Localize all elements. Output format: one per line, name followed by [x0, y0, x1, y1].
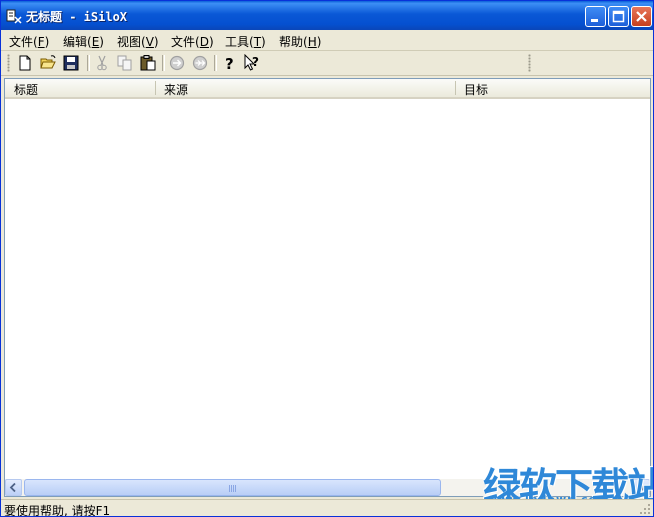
minimize-button[interactable] [585, 6, 606, 27]
toolbar-separator [214, 55, 217, 71]
scroll-left-button[interactable] [5, 479, 22, 496]
copy-icon[interactable] [116, 54, 134, 72]
document-list[interactable]: 标题 来源 目标 [4, 78, 651, 497]
chevron-left-icon [9, 482, 16, 493]
context-help-icon[interactable]: ? [243, 54, 261, 72]
status-text: 要使用帮助, 请按F1 [4, 504, 111, 517]
save-icon[interactable] [62, 54, 80, 72]
column-divider[interactable] [155, 81, 156, 95]
open-folder-icon[interactable] [39, 54, 57, 72]
minimize-icon [591, 19, 598, 22]
toolbar-separator [162, 55, 165, 71]
status-bar: 要使用帮助, 请按F1 [1, 499, 653, 517]
isilox-app-icon[interactable] [6, 8, 22, 24]
column-title[interactable]: 标题 [14, 81, 38, 98]
maximize-button[interactable] [608, 6, 629, 27]
toolbar-separator [87, 55, 90, 71]
close-icon [636, 11, 647, 22]
svg-text:?: ? [252, 55, 259, 69]
cut-icon[interactable] [93, 54, 111, 72]
column-divider[interactable] [455, 81, 456, 95]
window-title: 无标题 - iSiloX [26, 10, 128, 24]
close-button[interactable] [631, 6, 652, 27]
resize-grip-icon[interactable] [639, 503, 651, 515]
menu-tools[interactable]: 工具(T) [225, 33, 266, 50]
menu-help[interactable]: 帮助(H) [279, 33, 321, 50]
toolbar-grip[interactable] [528, 54, 531, 72]
help-icon[interactable]: ? [220, 54, 238, 72]
svg-text:?: ? [225, 55, 234, 72]
menu-bar: 文件(F) 编辑(E) 视图(V) 文件(D) 工具(T) 帮助(H) [1, 30, 653, 51]
thumb-grip [229, 485, 237, 492]
title-bar[interactable]: 无标题 - iSiloX [1, 1, 653, 30]
watermark: 绿软下载站 www.lhdown.com [483, 456, 653, 509]
toolbar: ? ? [1, 51, 653, 76]
column-target[interactable]: 目标 [464, 81, 488, 98]
new-document-icon[interactable] [16, 54, 34, 72]
list-header: 标题 来源 目标 [5, 79, 650, 99]
convert-all-icon[interactable] [191, 54, 209, 72]
paste-icon[interactable] [139, 54, 157, 72]
menu-file[interactable]: 文件(F) [9, 33, 49, 50]
scroll-thumb[interactable] [24, 479, 441, 496]
column-source[interactable]: 来源 [164, 81, 188, 98]
menu-view[interactable]: 视图(V) [117, 33, 159, 50]
maximize-icon [612, 10, 625, 23]
app-window: 无标题 - iSiloX 文件(F) 编辑(E) 视图(V) 文件(D) 工具(… [0, 0, 654, 517]
menu-edit[interactable]: 编辑(E) [63, 33, 104, 50]
convert-icon[interactable] [168, 54, 186, 72]
toolbar-grip[interactable] [7, 54, 10, 72]
menu-document[interactable]: 文件(D) [171, 33, 214, 50]
